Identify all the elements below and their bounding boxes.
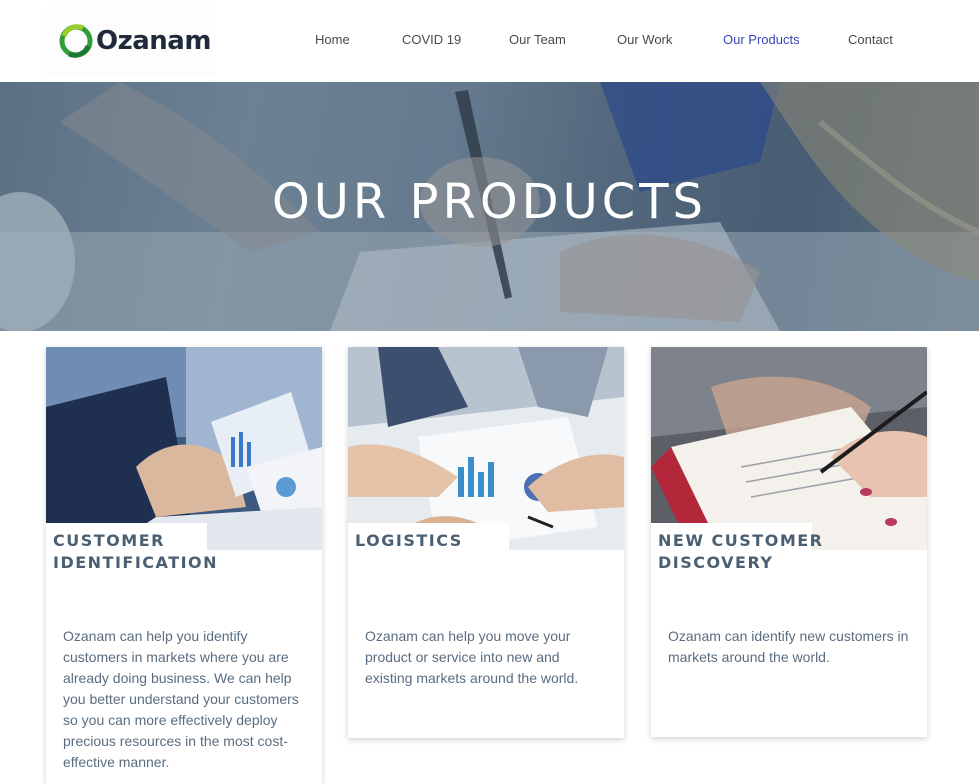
main-nav: Home COVID 19 Our Team Our Work Our Prod… — [0, 31, 979, 51]
nav-our-products[interactable]: Our Products — [723, 31, 800, 49]
nav-our-team[interactable]: Our Team — [509, 31, 566, 49]
nav-covid-19[interactable]: COVID 19 — [402, 31, 461, 49]
business-tablet-image — [46, 347, 322, 550]
card-description: Ozanam can identify new customers in mar… — [668, 628, 909, 665]
card-image — [46, 347, 322, 550]
team-charts-image — [348, 347, 624, 550]
card-description: Ozanam can help you identify customers i… — [63, 628, 299, 770]
product-card-logistics: LOGISTICS Ozanam can help you move your … — [348, 347, 624, 738]
nav-contact[interactable]: Contact — [848, 31, 893, 49]
hero-banner: OUR PRODUCTS — [0, 82, 979, 331]
nav-home[interactable]: Home — [315, 31, 350, 49]
card-image — [651, 347, 927, 550]
card-title: LOGISTICS — [355, 531, 463, 550]
nav-our-work[interactable]: Our Work — [617, 31, 672, 49]
card-title: CUSTOMER IDENTIFICATION — [53, 531, 219, 572]
card-title: NEW CUSTOMER DISCOVERY — [658, 531, 824, 572]
product-card-new-customer-discovery: NEW CUSTOMER DISCOVERY Ozanam can identi… — [651, 347, 927, 737]
signing-document-image — [651, 347, 927, 550]
product-card-customer-identification: CUSTOMER IDENTIFICATION Ozanam can help … — [46, 347, 322, 784]
page-title: OUR PRODUCTS — [272, 174, 707, 230]
card-description: Ozanam can help you move your product or… — [365, 628, 579, 686]
site-header: Ozanam Home COVID 19 Our Team Our Work O… — [0, 0, 979, 82]
card-image — [348, 347, 624, 550]
